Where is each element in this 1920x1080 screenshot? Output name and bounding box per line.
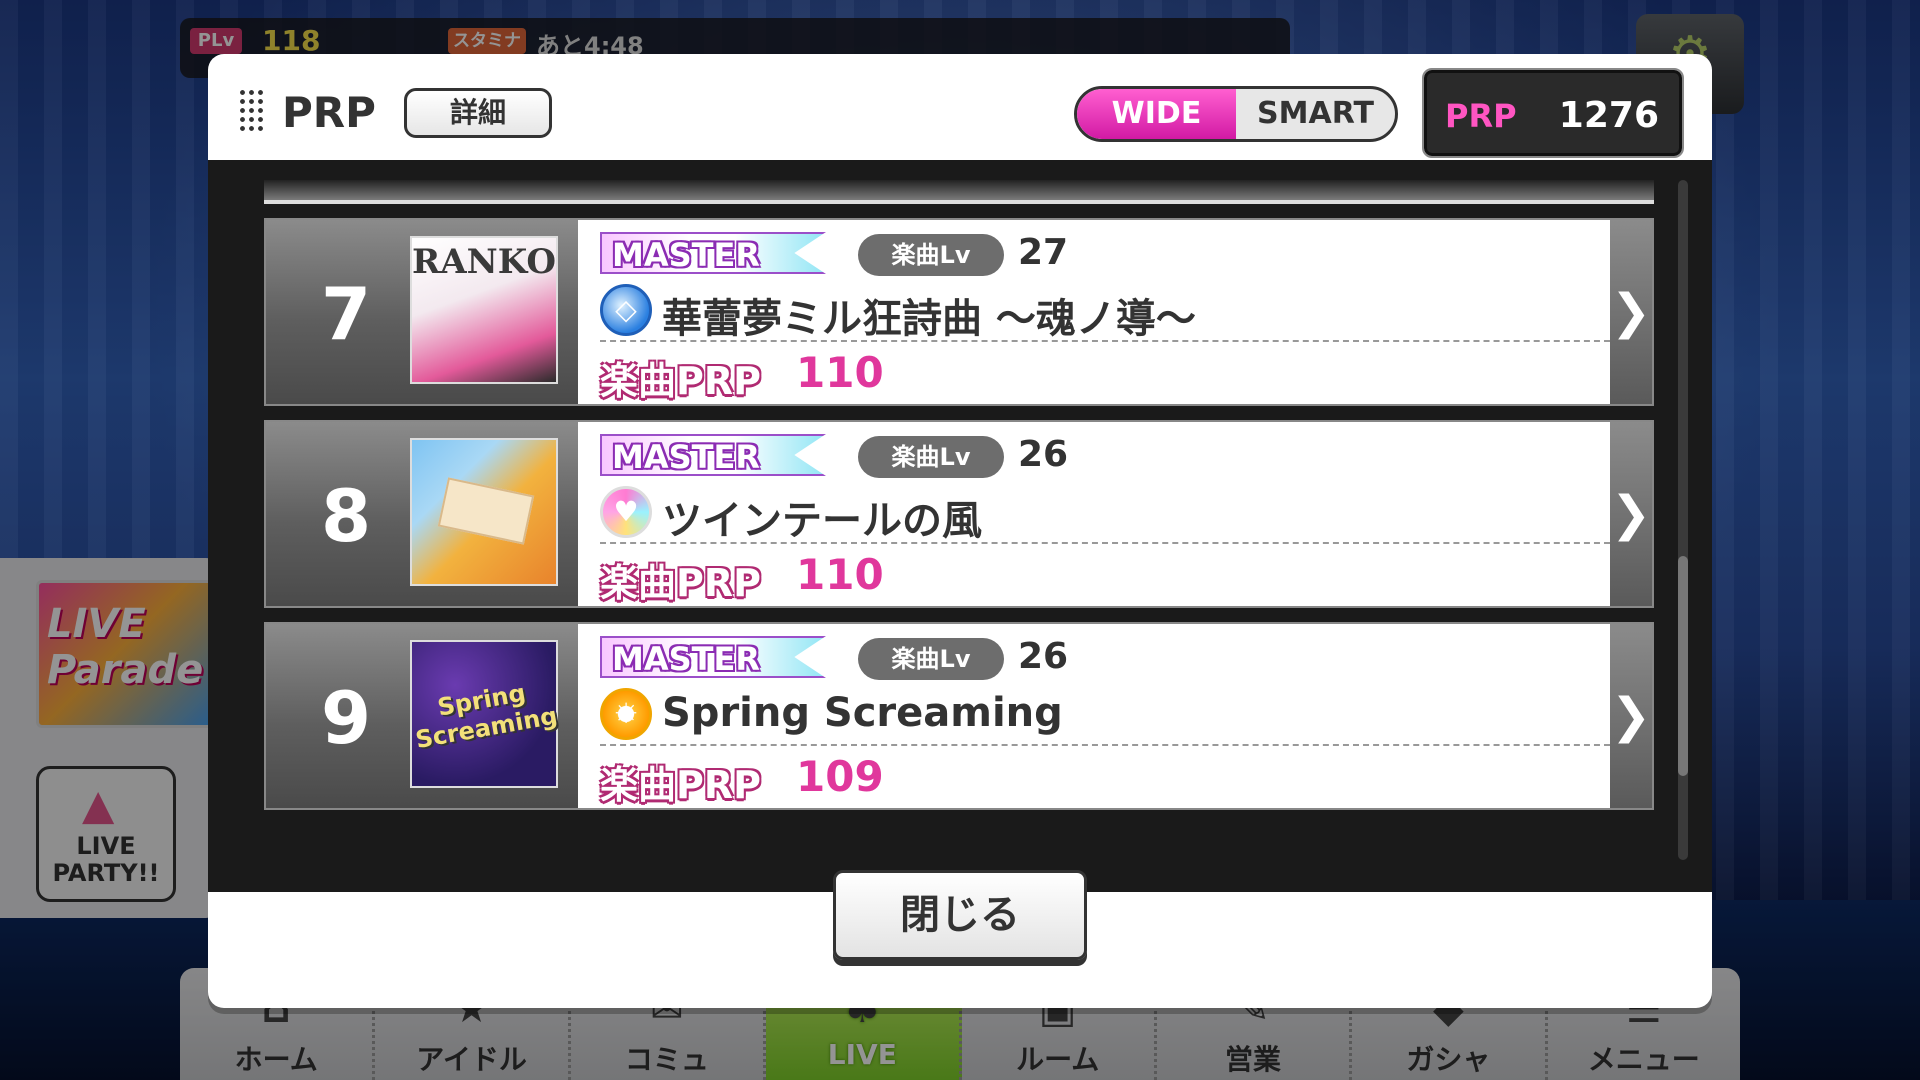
difficulty-label: MASTER (612, 236, 760, 274)
song-row[interactable]: 7 RANKO MASTER 楽曲Lv 27 ◇ 華蕾夢ミル狂詩曲 ～魂ノ導～ … (264, 218, 1654, 406)
difficulty-label: MASTER (612, 438, 760, 476)
song-prp-value: 110 (796, 550, 884, 599)
prp-total-label: PRP (1445, 97, 1517, 135)
prp-dialog: PRP 詳細 WIDE SMART PRP 1276 7 RANKO MASTE… (208, 54, 1712, 1008)
prp-total-value: 1276 (1558, 95, 1659, 136)
song-jacket: Spring Screaming (410, 640, 560, 788)
song-jacket (410, 438, 558, 586)
dialog-header: PRP 詳細 WIDE SMART PRP 1276 (208, 54, 1712, 160)
jacket-letter-graphic (437, 477, 535, 545)
song-prp-label: 楽曲PRP (600, 763, 761, 807)
song-title: Spring Screaming (662, 690, 1063, 736)
song-title: ツインテールの風 (662, 498, 982, 544)
rank-box: 8 (266, 422, 578, 606)
passion-type-icon: ☀ (600, 688, 652, 740)
song-prp-value: 109 (796, 752, 884, 801)
row-divider (600, 542, 1610, 544)
chevron-right-icon[interactable]: ❯ (1610, 624, 1652, 808)
difficulty-label: MASTER (612, 640, 760, 678)
chevron-right-icon[interactable]: ❯ (1610, 220, 1652, 404)
difficulty-badge: MASTER (600, 434, 826, 476)
view-mode-toggle[interactable]: WIDE SMART (1074, 86, 1398, 142)
dialog-title: PRP (282, 88, 376, 137)
rank-number: 9 (320, 676, 372, 760)
song-level-label: 楽曲Lv (858, 234, 1004, 276)
song-title: 華蕾夢ミル狂詩曲 ～魂ノ導～ (662, 296, 1196, 342)
rank-number: 8 (320, 474, 372, 558)
song-list[interactable]: 7 RANKO MASTER 楽曲Lv 27 ◇ 華蕾夢ミル狂詩曲 ～魂ノ導～ … (208, 160, 1712, 892)
rank-box: 7 RANKO (266, 220, 578, 404)
diamond-icon: ◇ (615, 293, 637, 326)
rank-number: 7 (320, 272, 372, 356)
row-divider (600, 744, 1610, 746)
song-level-value: 26 (1018, 636, 1069, 677)
song-level-value: 27 (1018, 232, 1069, 273)
scrollbar-thumb[interactable] (1678, 556, 1688, 776)
chevron-right-icon[interactable]: ❯ (1610, 422, 1652, 606)
song-row[interactable]: 9 Spring Screaming MASTER 楽曲Lv 26 ☀ Spri… (264, 622, 1654, 810)
difficulty-badge: MASTER (600, 636, 826, 678)
row-divider (600, 340, 1610, 342)
close-button[interactable]: 閉じる (833, 870, 1087, 960)
difficulty-badge: MASTER (600, 232, 826, 274)
prp-total-box: PRP 1276 (1422, 68, 1684, 158)
drag-handle-icon (238, 88, 264, 134)
toggle-wide[interactable]: WIDE (1077, 89, 1236, 139)
song-level-label: 楽曲Lv (858, 638, 1004, 680)
song-prp-label: 楽曲PRP (600, 561, 761, 605)
heart-icon: ♥ (613, 495, 639, 528)
song-prp-value: 110 (796, 348, 884, 397)
song-row[interactable]: 8 MASTER 楽曲Lv 26 ♥ ツインテールの風 楽曲PRP 110 ❯ (264, 420, 1654, 608)
song-level-value: 26 (1018, 434, 1069, 475)
jacket-title: Spring Screaming (413, 678, 560, 755)
cute-type-icon: ♥ (600, 486, 652, 538)
song-level-label: 楽曲Lv (858, 436, 1004, 478)
previous-row-edge (264, 180, 1654, 204)
sun-icon: ☀ (613, 697, 639, 730)
detail-button[interactable]: 詳細 (404, 88, 552, 138)
rank-box: 9 Spring Screaming (266, 624, 578, 808)
cool-type-icon: ◇ (600, 284, 652, 336)
jacket-title: RANKO (412, 242, 556, 282)
toggle-smart[interactable]: SMART (1236, 89, 1395, 139)
song-jacket: RANKO (410, 236, 558, 384)
song-prp-label: 楽曲PRP (600, 359, 761, 403)
